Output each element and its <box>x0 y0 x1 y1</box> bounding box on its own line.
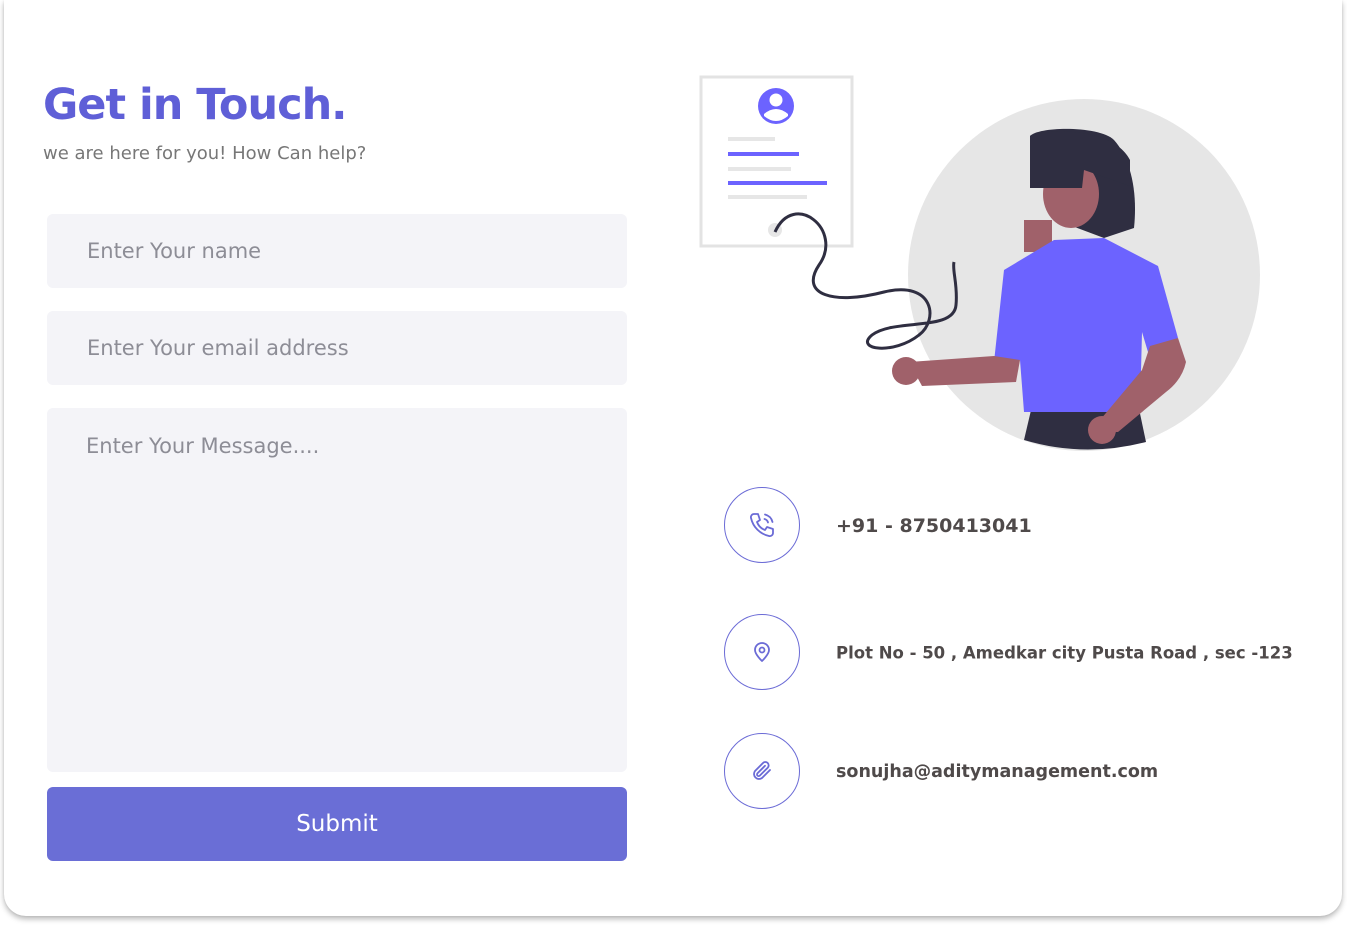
contact-card-graphic <box>699 75 854 248</box>
phone-icon <box>724 487 800 563</box>
submit-button[interactable]: Submit <box>47 787 627 861</box>
contact-phone-text: +91 - 8750413041 <box>836 515 1032 537</box>
email-input[interactable] <box>47 311 627 385</box>
map-pin-icon <box>724 614 800 690</box>
contact-email-text: sonujha@aditymanagement.com <box>836 762 1159 782</box>
paperclip-icon <box>724 733 800 809</box>
contact-email-row: sonujha@aditymanagement.com <box>724 733 1324 811</box>
contact-address-row: Plot No - 50 , Amedkar city Pusta Road ,… <box>724 614 1324 692</box>
contact-card: Get in Touch. we are here for you! How C… <box>4 0 1342 916</box>
contact-illustration <box>699 75 1260 451</box>
message-textarea[interactable] <box>47 408 627 772</box>
contact-address-text: Plot No - 50 , Amedkar city Pusta Road ,… <box>836 643 1293 663</box>
contact-phone-row: +91 - 8750413041 <box>724 487 1324 565</box>
name-input[interactable] <box>47 214 627 288</box>
page-title: Get in Touch. <box>43 80 348 130</box>
page-subtitle: we are here for you! How Can help? <box>43 143 367 164</box>
